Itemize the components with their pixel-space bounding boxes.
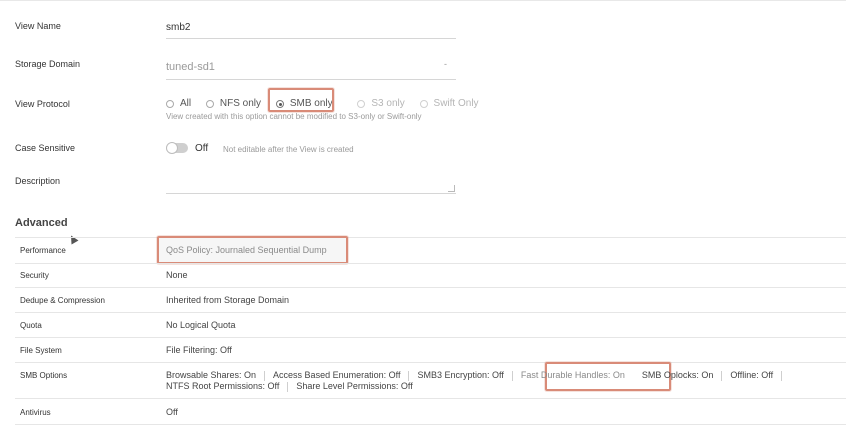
radio-nfs-only[interactable]: NFS only xyxy=(205,98,261,109)
view-name-input[interactable]: smb2 xyxy=(166,22,190,33)
smb-option-fast-durable-handles: Fast Durable Handles: On xyxy=(520,370,625,380)
smb-option-offline: Offline: Off xyxy=(730,370,774,380)
antivirus-label: Antivirus xyxy=(20,408,51,417)
option-separator xyxy=(721,370,723,381)
toggle-knob-icon xyxy=(166,142,178,154)
smb-options-line-2: NTFS Root Permissions: Off Share Level Pe… xyxy=(166,381,413,392)
view-name-label: View Name xyxy=(15,21,61,31)
radio-s3-only[interactable]: S3 only xyxy=(357,98,405,109)
row-divider xyxy=(15,312,846,313)
row-divider xyxy=(15,263,846,264)
quota-label: Quota xyxy=(20,321,42,330)
textarea-resize-icon[interactable] xyxy=(448,185,455,192)
row-divider xyxy=(15,337,846,338)
file-system-label: File System xyxy=(20,346,62,355)
option-separator xyxy=(408,370,410,381)
security-label: Security xyxy=(20,271,49,280)
description-label: Description xyxy=(15,176,61,186)
row-divider xyxy=(15,287,846,288)
description-textarea[interactable] xyxy=(166,172,456,194)
view-name-underline xyxy=(166,38,456,39)
quota-value: No Logical Quota xyxy=(166,320,236,330)
chevron-down-icon[interactable]: - xyxy=(444,59,447,69)
advanced-section-title: Advanced xyxy=(15,217,68,229)
storage-domain-underline xyxy=(166,79,456,80)
antivirus-value: Off xyxy=(166,407,178,417)
row-divider xyxy=(15,424,846,425)
radio-circle-icon xyxy=(419,99,428,108)
smb-option-smb-oplocks: SMB Oplocks: On xyxy=(641,370,714,380)
radio-all[interactable]: All xyxy=(166,98,191,109)
view-protocol-label: View Protocol xyxy=(15,99,70,109)
security-value: None xyxy=(166,270,188,280)
smb-option-share-level-permissions: Share Level Permissions: Off xyxy=(296,381,413,391)
smb-option-access-based-enumeration: Access Based Enumeration: Off xyxy=(273,370,401,380)
radio-circle-icon xyxy=(357,99,366,108)
top-divider xyxy=(0,0,846,1)
radio-swift-only[interactable]: Swift Only xyxy=(419,98,479,109)
radio-circle-icon xyxy=(166,99,174,108)
mouse-pointer-icon xyxy=(67,233,79,245)
smb-only-highlight xyxy=(268,88,334,112)
case-sensitive-note: Not editable after the View is created xyxy=(223,145,354,154)
option-separator xyxy=(633,371,634,381)
case-sensitive-toggle[interactable] xyxy=(166,142,188,154)
smb-option-smb3-encryption: SMB3 Encryption: Off xyxy=(417,370,504,380)
smb-option-ntfs-root-permissions: NTFS Root Permissions: Off xyxy=(166,381,280,391)
row-divider xyxy=(15,398,846,399)
row-divider xyxy=(15,237,846,238)
option-separator xyxy=(287,381,289,392)
case-sensitive-label: Case Sensitive xyxy=(15,143,76,153)
smb-options-line-1: Browsable Shares: On Access Based Enumera… xyxy=(166,370,790,381)
storage-domain-label: Storage Domain xyxy=(15,59,81,69)
dedupe-compression-value: Inherited from Storage Domain xyxy=(166,295,290,305)
storage-domain-select[interactable]: tuned-sd1 xyxy=(166,61,215,73)
option-separator xyxy=(511,370,513,381)
performance-value: QoS Policy: Journaled Sequential Dump xyxy=(166,245,327,255)
smb-options-label: SMB Options xyxy=(20,371,68,380)
row-divider xyxy=(15,362,846,363)
smb-option-browsable-shares: Browsable Shares: On xyxy=(166,370,257,380)
radio-circle-icon xyxy=(205,99,214,108)
case-sensitive-state: Off xyxy=(195,143,209,154)
option-separator xyxy=(781,370,783,381)
option-separator xyxy=(264,370,266,381)
performance-label: Performance xyxy=(20,246,66,255)
view-protocol-hint: View created with this option cannot be … xyxy=(166,112,422,121)
file-system-value: File Filtering: Off xyxy=(166,345,232,355)
dedupe-compression-label: Dedupe & Compression xyxy=(20,296,105,305)
